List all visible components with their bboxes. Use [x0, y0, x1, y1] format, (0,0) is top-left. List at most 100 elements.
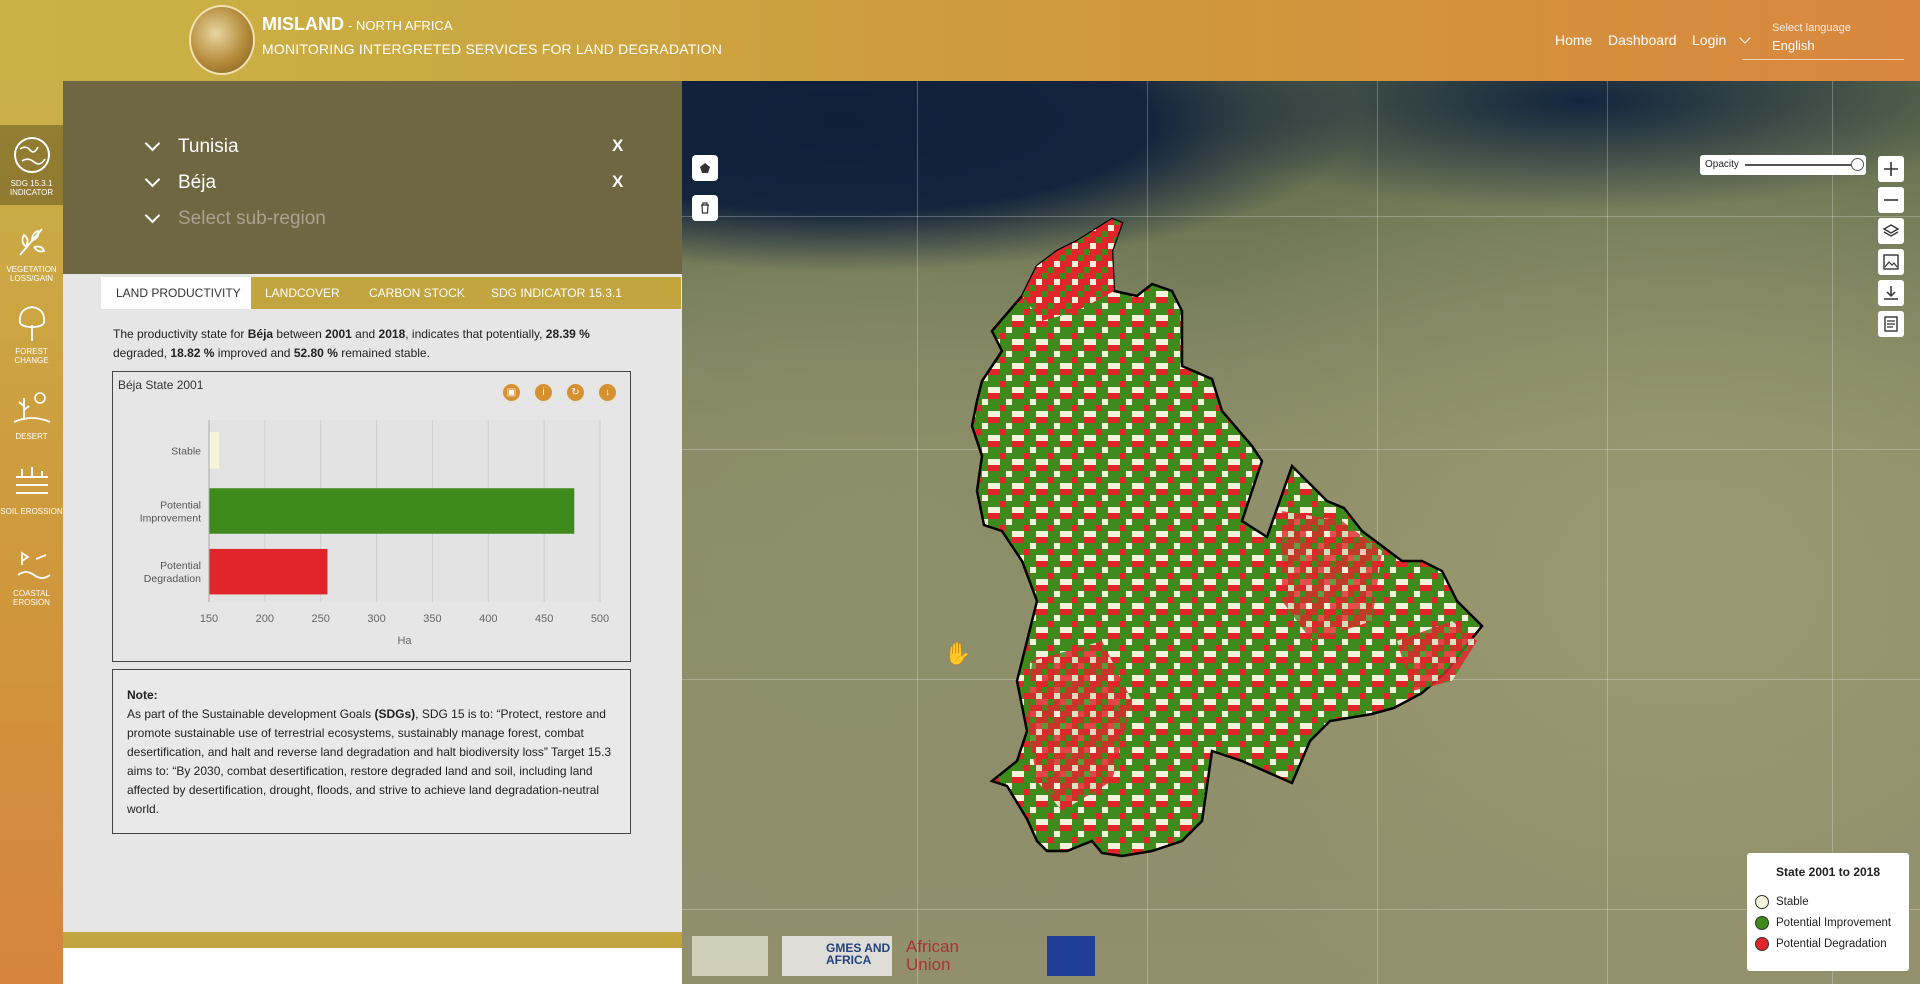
document-icon — [1884, 316, 1898, 332]
download-icon — [1884, 286, 1898, 300]
sidebar-item-desert[interactable]: DESERT — [0, 388, 63, 441]
subregion-placeholder: Select sub-region — [178, 208, 326, 229]
tab-sdg-indicator[interactable]: SDG INDICATOR 15.3.1 — [491, 277, 622, 309]
leaves-icon — [18, 228, 45, 256]
sidebar-item-sdg[interactable]: SDG 15.3.1 INDICATOR — [0, 125, 63, 205]
summary-text: and — [351, 327, 379, 341]
summary-region: Béja — [247, 327, 274, 341]
category-label: Improvement — [140, 513, 201, 525]
note-box: Note: As part of the Sustainable develop… — [112, 669, 631, 834]
opacity-slider-handle[interactable] — [1851, 158, 1864, 171]
x-tick-label: 400 — [479, 613, 497, 625]
opacity-control[interactable]: Opacity — [1700, 155, 1866, 175]
category-label: Potential — [160, 500, 201, 512]
chevron-down-icon[interactable] — [144, 207, 161, 224]
download-map-button[interactable] — [1878, 280, 1904, 306]
draw-polygon-button[interactable] — [692, 155, 718, 181]
note-lead: As part of the Sustainable development G… — [127, 707, 375, 721]
chevron-down-icon[interactable] — [144, 135, 161, 152]
country-value: Tunisia — [178, 136, 239, 157]
layers-button[interactable] — [1878, 218, 1904, 244]
language-value: English — [1772, 38, 1815, 53]
x-tick-label: 500 — [591, 613, 609, 625]
tab-bar: LAND PRODUCTIVITY LANDCOVER CARBON STOCK… — [101, 277, 681, 309]
legend-item-degradation: Potential Degradation — [1755, 933, 1909, 954]
legend-item-improvement: Potential Improvement — [1755, 912, 1909, 933]
map-view[interactable]: Opacity State 2001 to 2018 Stable Potent… — [682, 81, 1920, 984]
sidebar-item-soil[interactable]: SOIL EROSSION — [0, 463, 63, 516]
sidebar-item-forest[interactable]: FOREST CHANGE — [0, 303, 63, 365]
sidebar-item-vegetation[interactable]: VEGETATION LOSS/GAIN — [0, 221, 63, 283]
x-tick-label: 150 — [200, 613, 218, 625]
minus-icon — [1884, 199, 1898, 201]
delete-shape-button[interactable] — [692, 195, 718, 221]
chart-container: Béja State 2001 ▣ i ↻ ↓ 150 200 250 300 350 4… — [112, 371, 631, 662]
legend-title: State 2001 to 2018 — [1775, 865, 1881, 879]
chevron-down-icon[interactable] — [144, 171, 161, 188]
zoom-in-button[interactable] — [1878, 156, 1904, 182]
legend-swatch — [1755, 894, 1769, 909]
nav-dashboard[interactable]: Dashboard — [1608, 32, 1677, 48]
bar — [209, 432, 220, 469]
partner-logo-au: African Union — [906, 937, 959, 974]
sidebar-item-coastal[interactable]: COASTAL EROSION — [0, 545, 63, 607]
x-tick-label: 450 — [535, 613, 553, 625]
x-tick-label: 350 — [423, 613, 441, 625]
legend-swatch — [1755, 915, 1769, 930]
image-icon — [1883, 254, 1899, 270]
summary-text: remained stable. — [337, 346, 430, 360]
note-sdgs: (SDGs) — [374, 707, 416, 721]
clear-country-button[interactable]: X — [612, 136, 623, 156]
summary-text: between — [273, 327, 326, 341]
x-axis-label: Ha — [397, 635, 412, 647]
productivity-summary: The productivity state for Béja between … — [113, 325, 643, 363]
partner-logo-gmes: GMES AND AFRICA — [782, 936, 892, 976]
zoom-out-button[interactable] — [1878, 187, 1904, 213]
sidebar-label-sdg: SDG 15.3.1 INDICATOR — [9, 179, 54, 197]
analysis-panel: Tunisia X Béja X Select sub-region LAND … — [63, 81, 682, 984]
summary-year-start: 2001 — [325, 327, 352, 341]
x-tick-label: 200 — [256, 613, 274, 625]
clear-region-button[interactable]: X — [612, 172, 623, 192]
misland-logo[interactable] — [189, 5, 255, 75]
summary-year-end: 2018 — [378, 327, 406, 341]
x-tick-label: 250 — [312, 613, 330, 625]
desert-icon — [13, 392, 50, 423]
summary-text: , indicates that potentially, — [405, 327, 546, 341]
sidebar-label-vegetation: VEGETATION LOSS/GAIN — [6, 265, 57, 283]
region-selector: Tunisia X Béja X Select sub-region — [63, 81, 682, 274]
report-button[interactable] — [1878, 311, 1904, 337]
app-region: - NORTH AFRICA — [348, 18, 453, 33]
category-label: Potential — [160, 560, 201, 572]
panel-footer — [63, 948, 682, 984]
opacity-track[interactable] — [1745, 164, 1857, 166]
tab-carbon-stock[interactable]: CARBON STOCK — [369, 277, 465, 309]
tab-land-productivity[interactable]: LAND PRODUCTIVITY — [101, 277, 251, 309]
partner-logos: GMES AND AFRICA African Union — [692, 936, 1095, 980]
globe-icon — [13, 137, 50, 173]
legend-label: Potential Degradation — [1776, 937, 1887, 950]
plus-icon — [1884, 162, 1898, 176]
basemap-button[interactable] — [1878, 249, 1904, 275]
summary-stable: 52.80 % — [293, 346, 338, 360]
partner-logo-eu — [1047, 936, 1095, 976]
legend-label: Stable — [1776, 895, 1809, 908]
nav-login[interactable]: Login — [1692, 32, 1726, 48]
sidebar-label-desert: DESERT — [15, 432, 48, 441]
top-bar: MISLAND - NORTH AFRICA MONITORING INTERGR… — [0, 0, 1920, 81]
summary-text: degraded, — [113, 346, 171, 360]
language-select[interactable]: Select language English — [1742, 22, 1904, 60]
note-title: Note: — [127, 688, 158, 702]
soil-icon — [15, 467, 48, 494]
summary-improved: 18.82 % — [170, 346, 215, 360]
opacity-label: Opacity — [1705, 159, 1739, 170]
bar — [209, 548, 328, 595]
tab-landcover[interactable]: LANDCOVER — [265, 277, 340, 309]
legend-label: Potential Improvement — [1776, 916, 1892, 929]
nav-home[interactable]: Home — [1555, 32, 1592, 48]
note-text: As part of the Sustainable development G… — [127, 705, 616, 819]
category-label: Degradation — [144, 573, 201, 585]
summary-degraded: 28.39 % — [545, 327, 590, 341]
coast-icon — [16, 551, 51, 579]
layers-icon — [1882, 224, 1900, 237]
